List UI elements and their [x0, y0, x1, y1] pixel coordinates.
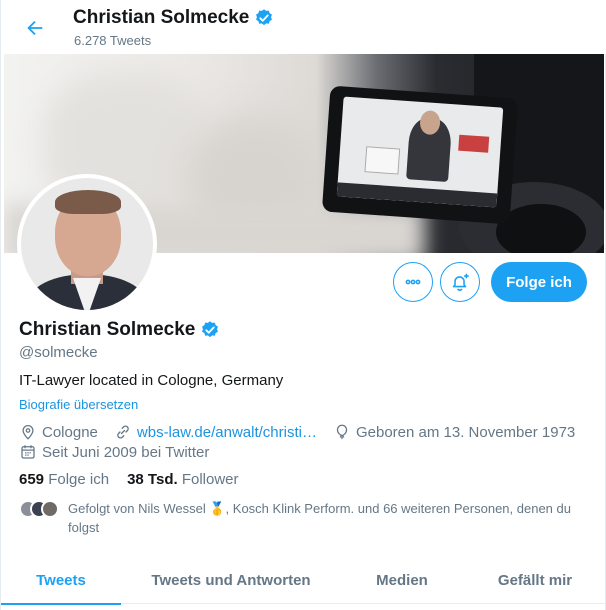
screen-shelf: [458, 134, 490, 153]
tab-tweets-and-replies[interactable]: Tweets und Antworten: [121, 556, 341, 604]
followers-link[interactable]: 38 Tsd. Follower: [127, 471, 238, 488]
profile-tabs: Tweets Tweets und Antworten Medien Gefäl…: [1, 556, 606, 605]
translate-bio-link[interactable]: Biografie übersetzen: [19, 397, 138, 412]
website-link[interactable]: wbs-law.de/anwalt/christi…: [137, 424, 317, 441]
joined-text: Seit Juni 2009 bei Twitter: [42, 443, 210, 461]
more-button[interactable]: [393, 262, 433, 302]
following-link[interactable]: 659 Folge ich: [19, 471, 109, 488]
tab-tweets[interactable]: Tweets: [1, 556, 121, 605]
website-item: wbs-law.de/anwalt/christi…: [114, 423, 317, 441]
profile-bio: IT-Lawyer located in Cologne, Germany: [19, 372, 284, 389]
arrow-left-icon: [27, 20, 43, 36]
profile-name-row: Christian Solmecke: [19, 319, 220, 341]
profile-name: Christian Solmecke: [19, 319, 196, 340]
followed-by-text: Gefolgt von Nils Wessel 🥇, Kosch Klink P…: [68, 501, 571, 535]
more-icon: [405, 279, 421, 285]
location-item: Cologne: [19, 423, 98, 441]
camera-screen: [336, 96, 504, 208]
verified-badge-icon: [202, 321, 219, 338]
verified-badge-icon: [256, 9, 273, 26]
birthday-text: Geboren am 13. November 1973: [355, 423, 576, 441]
header-title: Christian Solmecke: [73, 7, 274, 29]
screen-monitor: [364, 146, 401, 175]
location-text: Cologne: [42, 423, 98, 441]
notify-button[interactable]: [440, 262, 480, 302]
followed-by-avatars: [19, 500, 59, 537]
following-label: Folge ich: [48, 471, 110, 488]
follower-avatar: [41, 500, 59, 518]
tab-media[interactable]: Medien: [341, 556, 463, 604]
follow-counts: 659 Folge ich 38 Tsd. Follower: [19, 471, 239, 488]
joined-item: Seit Juni 2009 bei Twitter: [19, 443, 209, 461]
followers-count: 38 Tsd.: [127, 471, 178, 488]
link-icon: [117, 425, 129, 439]
profile-page: Christian Solmecke 6.278 Tweets Folge ic…: [0, 0, 606, 610]
followers-label: Follower: [181, 471, 239, 488]
location-pin-icon: [22, 425, 34, 440]
back-button[interactable]: [19, 12, 51, 44]
profile-meta-row: Seit Juni 2009 bei Twitter: [19, 443, 209, 461]
profile-meta-row: Cologne wbs-law.de/anwalt/christi… Gebor…: [19, 423, 575, 441]
following-count: 659: [19, 471, 45, 488]
avatar-hair: [55, 190, 121, 214]
profile-handle: @solmecke: [19, 344, 98, 361]
calendar-icon: [21, 445, 35, 459]
profile-header-bar: Christian Solmecke 6.278 Tweets: [1, 0, 606, 54]
tweet-count: 6.278 Tweets: [74, 33, 152, 48]
follow-button[interactable]: Folge ich: [491, 262, 587, 302]
followed-by-row[interactable]: Gefolgt von Nils Wessel 🥇, Kosch Klink P…: [19, 499, 594, 537]
profile-avatar[interactable]: [17, 174, 157, 314]
tab-likes[interactable]: Gefällt mir: [463, 556, 606, 604]
bell-plus-icon: [452, 273, 469, 291]
birthday-item: Geboren am 13. November 1973: [333, 423, 575, 441]
balloon-icon: [336, 424, 348, 440]
header-name: Christian Solmecke: [73, 7, 250, 28]
